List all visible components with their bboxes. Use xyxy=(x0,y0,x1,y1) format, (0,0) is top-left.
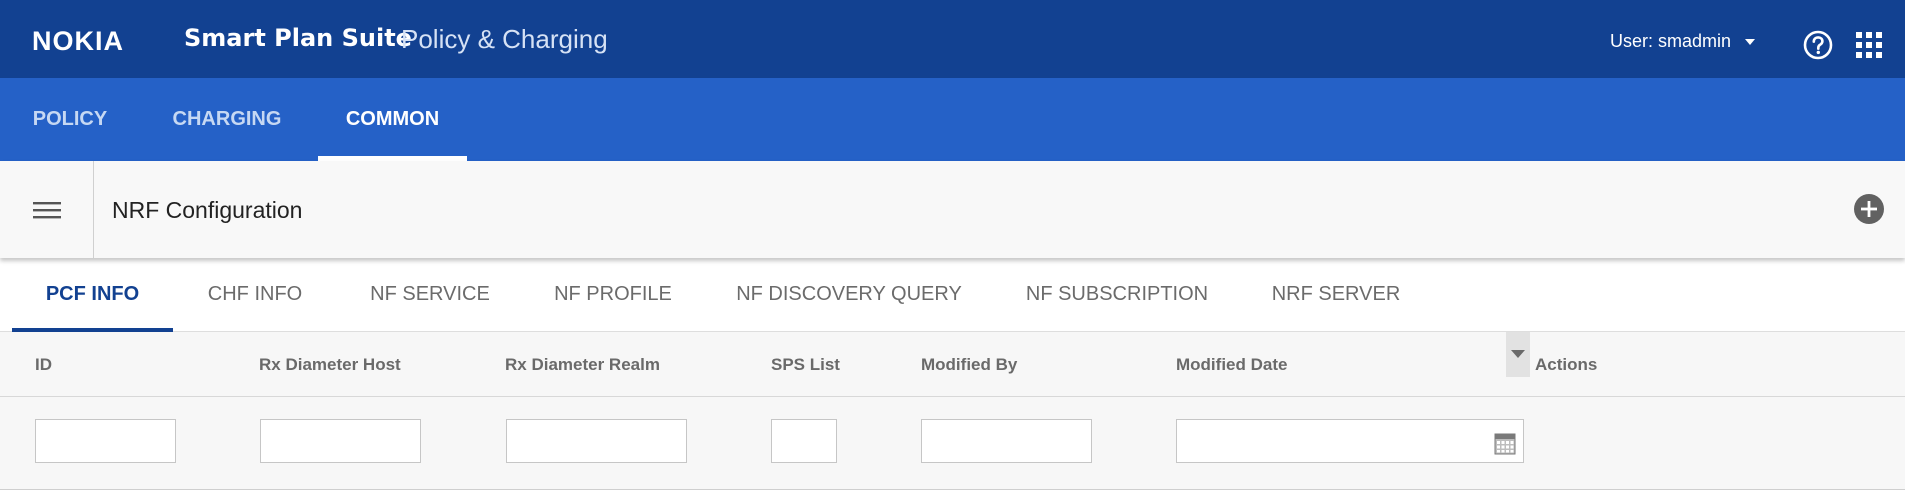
subtab-chf-info[interactable]: CHF INFO xyxy=(192,258,318,331)
subtab-pcf-info[interactable]: PCF INFO xyxy=(12,258,173,332)
column-header-rx-diameter-host[interactable]: Rx Diameter Host xyxy=(259,356,401,373)
subtab-nrf-server[interactable]: NRF SERVER xyxy=(1262,258,1410,331)
column-header-sps-list[interactable]: SPS List xyxy=(771,356,840,373)
top-header: NOKIA Smart Plan Suite Policy & Charging… xyxy=(0,0,1905,78)
filter-modified-date-input[interactable] xyxy=(1176,419,1524,463)
tab-charging[interactable]: CHARGING xyxy=(158,78,296,161)
column-header-id[interactable]: ID xyxy=(35,356,52,373)
filter-row xyxy=(0,397,1905,490)
subtab-nf-subscription[interactable]: NF SUBSCRIPTION xyxy=(1012,258,1222,331)
subtab-nf-discovery-query[interactable]: NF DISCOVERY QUERY xyxy=(724,258,974,331)
filter-modified-by-input[interactable] xyxy=(921,419,1092,463)
add-circle-icon[interactable] xyxy=(1853,193,1885,225)
subtab-nf-profile[interactable]: NF PROFILE xyxy=(540,258,686,331)
tab-policy[interactable]: POLICY xyxy=(0,78,140,161)
filter-sps-list-input[interactable] xyxy=(771,419,837,463)
column-header-actions: Actions xyxy=(1535,355,1598,374)
help-circle-icon[interactable] xyxy=(1802,29,1834,61)
column-header-modified-date[interactable]: Modified Date xyxy=(1176,356,1287,373)
filter-rx-diameter-host-input[interactable] xyxy=(260,419,421,463)
hamburger-menu-button[interactable] xyxy=(0,161,94,258)
user-label: User: smadmin xyxy=(1610,31,1732,51)
calendar-icon[interactable] xyxy=(1494,433,1516,455)
apps-grid-icon[interactable] xyxy=(1856,32,1882,58)
page-title: NRF Configuration xyxy=(112,197,303,223)
user-menu[interactable]: User: smadmin xyxy=(1610,31,1756,51)
nokia-logo: NOKIA xyxy=(32,26,124,56)
filter-rx-diameter-realm-input[interactable] xyxy=(506,419,687,463)
tab-common[interactable]: COMMON xyxy=(318,78,467,161)
column-menu-button[interactable] xyxy=(1506,332,1530,377)
column-header-modified-by[interactable]: Modified By xyxy=(921,356,1017,373)
sub-tabs: PCF INFO CHF INFO NF SERVICE NF PROFILE … xyxy=(0,258,1905,332)
subtab-nf-service[interactable]: NF SERVICE xyxy=(354,258,506,331)
app-title: Smart Plan Suite xyxy=(184,24,412,52)
triangle-down-icon xyxy=(1511,350,1525,358)
page-header: NRF Configuration xyxy=(0,161,1905,258)
grid-header: ID Rx Diameter Host Rx Diameter Realm SP… xyxy=(0,332,1905,397)
hamburger-menu-icon xyxy=(32,201,61,218)
column-header-rx-diameter-realm[interactable]: Rx Diameter Realm xyxy=(505,356,660,373)
app-subtitle: Policy & Charging xyxy=(401,24,608,54)
main-nav: POLICY CHARGING COMMON xyxy=(0,78,1905,161)
filter-id-input[interactable] xyxy=(35,419,176,463)
chevron-down-icon xyxy=(1745,39,1756,45)
